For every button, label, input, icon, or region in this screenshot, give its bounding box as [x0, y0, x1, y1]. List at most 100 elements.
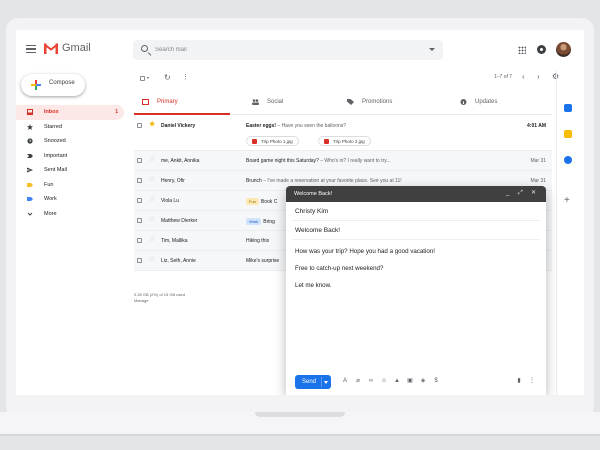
star-icon[interactable]: ☆	[149, 196, 155, 203]
sidebar-item-snoozed[interactable]: Snoozed	[16, 134, 124, 149]
search-options-chevron-down-icon[interactable]	[429, 48, 435, 51]
link-icon[interactable]: ∞	[368, 378, 374, 384]
subject-field[interactable]: Welcome Back!	[292, 221, 540, 240]
send-button[interactable]: Send	[295, 375, 331, 389]
email-row[interactable]: ★ Daniel Vickery Easter eggs! – Have you…	[134, 116, 552, 151]
to-field[interactable]: Christy Kim	[292, 202, 540, 221]
manage-storage-link[interactable]: Manage	[134, 298, 185, 304]
tag-icon	[347, 99, 354, 105]
label-badge[interactable]: Work	[246, 218, 262, 225]
email-subject: Easter eggs!	[246, 123, 277, 129]
tab-primary[interactable]: Primary	[134, 92, 230, 115]
tab-label: Updates	[475, 99, 498, 105]
sidebar-item-label: Inbox	[44, 109, 59, 115]
email-snippet: – I've made a reservation at your favori…	[261, 178, 402, 184]
drive-icon[interactable]: ▲	[394, 378, 400, 384]
emoji-icon[interactable]: ☺	[381, 378, 387, 384]
people-icon	[252, 99, 259, 105]
send-divider	[321, 377, 322, 387]
row-checkbox[interactable]	[137, 258, 142, 263]
row-checkbox[interactable]	[137, 123, 142, 128]
next-page-icon[interactable]: ›	[537, 72, 540, 81]
email-sender: Daniel Vickery	[161, 123, 196, 129]
app-header: Gmail	[16, 30, 584, 70]
tab-updates[interactable]: Updates	[452, 92, 548, 114]
account-avatar[interactable]	[556, 42, 571, 57]
email-subject: Board game night this Saturday?	[246, 158, 319, 164]
sidebar-item-starred[interactable]: Starred	[16, 120, 124, 135]
formatting-icon[interactable]: A	[342, 378, 348, 384]
compose-window-header[interactable]: Welcome Back! _ ⤢ ✕	[286, 186, 546, 202]
row-checkbox[interactable]	[137, 218, 142, 223]
chevron-down-icon	[27, 212, 33, 216]
message-body[interactable]: How was your trip? Hope you had a good v…	[286, 240, 546, 307]
expand-icon[interactable]: ⤢	[518, 189, 523, 197]
trash-icon[interactable]: ▮	[516, 378, 522, 384]
search-input[interactable]	[155, 44, 415, 56]
tab-promotions[interactable]: Promotions	[339, 92, 435, 114]
sidebar-item-more[interactable]: More	[16, 207, 124, 222]
star-icon[interactable]: ★	[149, 121, 155, 128]
email-sender: Henry, Ofir	[161, 178, 185, 184]
send-options-chevron-down-icon[interactable]	[324, 381, 328, 384]
keep-icon[interactable]	[564, 130, 572, 138]
minimize-icon[interactable]: _	[506, 189, 509, 197]
row-checkbox[interactable]	[137, 198, 142, 203]
sidebar-item-label: Important	[44, 152, 68, 159]
notifications-icon[interactable]	[537, 45, 546, 54]
sidebar-item-important[interactable]: Important	[16, 149, 124, 164]
star-icon[interactable]: ☆	[149, 156, 155, 163]
row-checkbox[interactable]	[137, 158, 142, 163]
email-sender: Viola Lu	[161, 198, 179, 204]
money-icon[interactable]: $	[433, 378, 439, 384]
to-recipient: Christy Kim	[295, 208, 329, 215]
close-icon[interactable]: ✕	[531, 189, 536, 197]
sidebar-item-sent-mail[interactable]: Sent Mail	[16, 163, 124, 178]
compose-button[interactable]: Compose	[21, 74, 85, 96]
more-options-icon[interactable]: ⋮	[182, 73, 189, 81]
refresh-icon[interactable]: ↻	[164, 73, 171, 82]
select-options-chevron-down-icon[interactable]: ▾	[147, 75, 149, 80]
calendar-icon[interactable]	[564, 104, 572, 112]
pagination-count: 1–7 of 7	[494, 74, 513, 80]
star-icon[interactable]: ☆	[149, 256, 155, 263]
row-checkbox[interactable]	[137, 178, 142, 183]
sidebar-item-label: Sent Mail	[44, 167, 67, 173]
select-all-checkbox[interactable]	[140, 76, 145, 81]
compose-label: Compose	[49, 80, 75, 86]
search-bar[interactable]	[133, 40, 443, 60]
compose-plus-icon	[31, 80, 41, 90]
more-options-icon[interactable]: ⋮	[529, 378, 535, 384]
label-badge[interactable]: Fun	[246, 198, 259, 205]
tab-social[interactable]: Social	[244, 92, 340, 114]
sidebar-item-work[interactable]: Work	[16, 192, 124, 207]
confidential-lock-icon[interactable]: ◈	[420, 378, 426, 384]
email-sender: Tim, Mallika	[161, 238, 188, 244]
previous-page-icon[interactable]: ‹	[522, 72, 525, 81]
gmail-logo-icon	[44, 43, 58, 54]
row-checkbox[interactable]	[137, 238, 142, 243]
main-menu-icon[interactable]	[26, 45, 36, 53]
email-subject-line: Board game night this Saturday? – Who's …	[246, 158, 516, 164]
star-icon[interactable]: ☆	[149, 176, 155, 183]
star-icon[interactable]: ☆	[149, 216, 155, 223]
attach-icon[interactable]: ⌀	[355, 378, 361, 384]
email-sender: Liz, Seth, Annie	[161, 258, 196, 264]
tasks-icon[interactable]	[564, 156, 572, 164]
add-addon-icon[interactable]: +	[564, 196, 570, 206]
photo-icon[interactable]: ▣	[407, 378, 413, 384]
category-tabs: Primary Social Promotions Updates	[134, 92, 552, 115]
attachment-chip[interactable]: Trip Photo 2.jpg	[318, 136, 371, 146]
attachment-chip[interactable]: Trip Photo 1.jpg	[246, 136, 299, 146]
body-line: How was your trip? Hope you had a good v…	[295, 248, 435, 255]
apps-grid-icon[interactable]	[518, 46, 526, 54]
email-sender: me, Ankit, Annika	[161, 158, 200, 164]
inbox-unread-count: 1	[115, 109, 118, 115]
search-icon[interactable]	[141, 45, 148, 52]
star-icon[interactable]: ☆	[149, 236, 155, 243]
sidebar-item-inbox[interactable]: Inbox 1	[16, 105, 124, 120]
sidebar-item-fun[interactable]: Fun	[16, 178, 124, 193]
email-snippet: – Have you seen the balloons?	[276, 123, 347, 129]
sidebar-item-label: Fun	[44, 181, 54, 188]
email-row[interactable]: ☆ me, Ankit, Annika Board game night thi…	[134, 151, 552, 171]
